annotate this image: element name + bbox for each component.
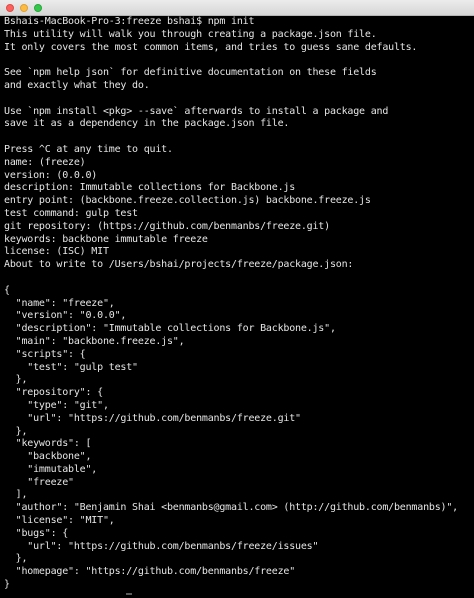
terminal-line: See `npm help json` for definitive docum… bbox=[4, 67, 377, 79]
terminal-line: save it as a dependency in the package.j… bbox=[4, 118, 290, 130]
terminal-line: description: Immutable collections for B… bbox=[4, 182, 296, 194]
terminal-line: "type": "git", bbox=[4, 399, 109, 411]
terminal-line: ], bbox=[4, 489, 28, 501]
terminal-line: name: (freeze) bbox=[4, 156, 86, 168]
terminal-line: "main": "backbone.freeze.js", bbox=[4, 335, 185, 347]
terminal-line: "immutable", bbox=[4, 463, 98, 475]
terminal-line: "description": "Immutable collections fo… bbox=[4, 323, 336, 335]
terminal-line: "freeze" bbox=[4, 476, 74, 488]
terminal-line: "keywords": [ bbox=[4, 438, 92, 450]
terminal-line: Use `npm install <pkg> --save` afterward… bbox=[4, 105, 389, 117]
terminal-line: entry point: (backbone.freeze.collection… bbox=[4, 195, 371, 207]
terminal-line: "version": "0.0.0", bbox=[4, 310, 127, 322]
terminal-line: git repository: (https://github.com/benm… bbox=[4, 220, 330, 232]
terminal-line: }, bbox=[4, 553, 28, 565]
terminal-line: "homepage": "https://github.com/benmanbs… bbox=[4, 566, 296, 578]
terminal-line: version: (0.0.0) bbox=[4, 169, 98, 181]
terminal-line: }, bbox=[4, 374, 28, 386]
terminal-line: Bshais-MacBook-Pro-3:freeze bshai$ npm i… bbox=[4, 16, 255, 27]
terminal-line: "bugs": { bbox=[4, 527, 69, 539]
terminal-line: This utility will walk you through creat… bbox=[4, 28, 377, 40]
terminal-line: "name": "freeze", bbox=[4, 297, 115, 309]
terminal-line: "license": "MIT", bbox=[4, 515, 115, 527]
terminal-window: Bshais-MacBook-Pro-3:freeze bshai$ npm i… bbox=[0, 0, 474, 598]
window-titlebar[interactable] bbox=[0, 0, 474, 16]
terminal-line: }, bbox=[4, 425, 28, 437]
terminal-line: "scripts": { bbox=[4, 348, 86, 360]
terminal-line: "backbone", bbox=[4, 451, 92, 463]
terminal-line: "repository": { bbox=[4, 387, 104, 399]
terminal-line: It only covers the most common items, an… bbox=[4, 41, 418, 53]
zoom-window-button[interactable] bbox=[34, 4, 42, 12]
terminal-line: Press ^C at any time to quit. bbox=[4, 143, 173, 155]
terminal-line: test command: gulp test bbox=[4, 207, 138, 219]
terminal-output[interactable]: Bshais-MacBook-Pro-3:freeze bshai$ npm i… bbox=[0, 16, 474, 598]
terminal-line: and exactly what they do. bbox=[4, 79, 150, 91]
cursor-indicator bbox=[126, 593, 132, 595]
terminal-line: } bbox=[4, 579, 10, 591]
terminal-line: "url": "https://github.com/benmanbs/free… bbox=[4, 412, 301, 424]
close-window-button[interactable] bbox=[6, 4, 14, 12]
terminal-line: "author": "Benjamin Shai <benmanbs@gmail… bbox=[4, 502, 459, 514]
terminal-line: "url": "https://github.com/benmanbs/free… bbox=[4, 540, 319, 552]
terminal-line: { bbox=[4, 284, 10, 296]
terminal-line: license: (ISC) MIT bbox=[4, 246, 109, 258]
terminal-line: keywords: backbone immutable freeze bbox=[4, 233, 208, 245]
minimize-window-button[interactable] bbox=[20, 4, 28, 12]
terminal-line: "test": "gulp test" bbox=[4, 361, 138, 373]
terminal-line: About to write to /Users/bshai/projects/… bbox=[4, 259, 354, 271]
